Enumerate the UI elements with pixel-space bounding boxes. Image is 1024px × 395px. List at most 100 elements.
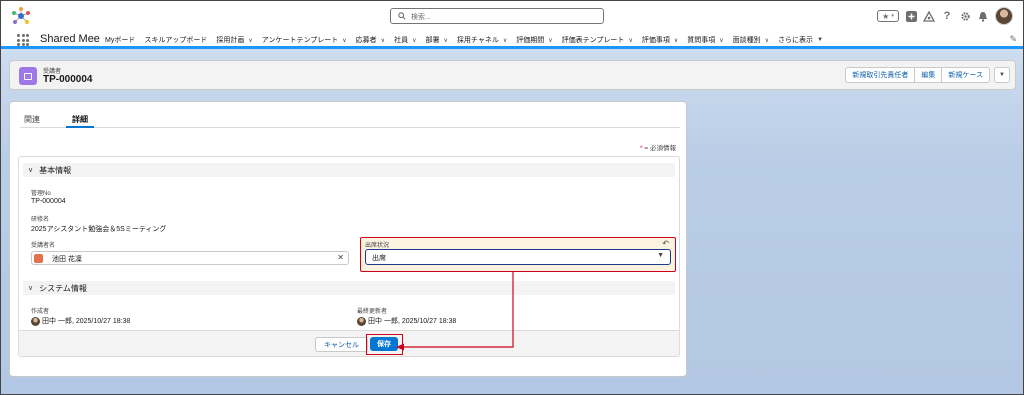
new-contact-button[interactable]: 新規取引先責任者: [845, 67, 916, 83]
record-tabs: 関連 詳細: [20, 110, 680, 128]
trailhead-icon[interactable]: [923, 10, 935, 22]
avatar: [31, 316, 40, 326]
chevron-down-icon[interactable]: ∨: [381, 37, 385, 44]
chevron-down-icon[interactable]: ∨: [548, 37, 552, 44]
nav-item-4[interactable]: 応募者 ∨: [356, 35, 385, 45]
field-label-attendance-status: 出席状況: [365, 243, 390, 249]
created-by-value[interactable]: 田中 一郎, 2025/10/27 18:38: [31, 316, 130, 326]
chevron-down-icon[interactable]: ∨: [248, 37, 252, 44]
avatar: [357, 316, 366, 326]
nav-item-0[interactable]: Myボード: [105, 35, 135, 45]
app-name: Shared Mee: [40, 33, 100, 45]
favorites-star-icon[interactable]: ★ ▾: [877, 10, 899, 22]
edit-form: ∨ 基本情報 管理No TP-000004 研修名 2025アシスタント勉強会＆…: [18, 156, 680, 357]
nav-item-label: さらに表示: [778, 37, 814, 44]
header-utility-icons: ★ ▾ ?: [877, 7, 1013, 25]
app-navigation-bar: Shared Mee Myボード スキルアップボード 採用計画 ∨ アンケートテンプレー…: [1, 31, 1023, 49]
attendee-lookup-field[interactable]: 池田 花凜 ✕: [31, 251, 349, 265]
nav-item-label: 採用計画: [216, 37, 245, 44]
field-label-modified-by: 最終更新者: [357, 309, 388, 315]
save-button[interactable]: 保存: [370, 337, 398, 351]
notifications-bell-icon[interactable]: [977, 10, 989, 22]
field-label-training-name: 研修名: [31, 217, 50, 223]
nav-item-8[interactable]: 評価期間 ∨: [516, 35, 552, 45]
app-launcher-waffle-icon[interactable]: [17, 34, 29, 46]
contact-record-icon: [34, 254, 43, 263]
nav-items: Myボード スキルアップボード 採用計画 ∨ アンケートテンプレート ∨ 応募者 ∨ 社員 ∨ 部署…: [105, 35, 832, 45]
section-header-system-info[interactable]: ∨ システム情報: [23, 281, 675, 295]
nav-item-label: Myボード: [105, 37, 136, 44]
search-placeholder: 検索...: [411, 14, 431, 21]
chevron-down-icon[interactable]: ∨: [674, 37, 678, 44]
nav-item-13[interactable]: さらに表示 ▼: [778, 35, 823, 45]
attendee-lookup-value: 池田 花凜: [52, 256, 82, 263]
field-value-training-name: 2025アシスタント勉強会＆5Sミーティング: [31, 226, 167, 233]
chevron-down-icon[interactable]: ∨: [628, 37, 632, 44]
global-search-input[interactable]: 検索...: [390, 8, 604, 24]
nav-item-label: 応募者: [355, 37, 377, 44]
record-detail-card: 関連 詳細 * = 必須情報 ∨ 基本情報 管理No TP-000004 研修名…: [9, 101, 687, 377]
edit-button[interactable]: 編集: [914, 67, 943, 83]
new-case-button[interactable]: 新規ケース: [941, 67, 990, 83]
setup-gear-icon[interactable]: [959, 10, 971, 22]
nav-item-label: 面談種別: [732, 37, 761, 44]
field-value-management-no: TP-000004: [31, 198, 66, 205]
nav-item-3[interactable]: アンケートテンプレート ∨: [262, 35, 347, 45]
nav-item-10[interactable]: 評価事項 ∨: [642, 35, 678, 45]
nav-item-9[interactable]: 評価表テンプレート ∨: [562, 35, 633, 45]
chevron-down-icon[interactable]: ∨: [765, 37, 769, 44]
required-note-text: = 必須情報: [642, 145, 676, 152]
chevron-down-icon[interactable]: ∨: [503, 37, 507, 44]
field-label-management-no: 管理No: [31, 191, 51, 197]
modified-by-value[interactable]: 田中 一郎, 2025/10/27 18:38: [357, 316, 456, 326]
attendance-status-field-highlight: 出席状況 ↶ 出席 ▼: [360, 237, 676, 272]
chevron-down-icon[interactable]: ∨: [412, 37, 416, 44]
section-title-basic-info: 基本情報: [39, 165, 72, 175]
record-header: 受講者 TP-000004 新規取引先責任者 編集 新規ケース ▼: [9, 60, 1016, 90]
field-label-created-by: 作成者: [31, 309, 50, 315]
nav-item-label: 評価表テンプレート: [561, 37, 625, 44]
edit-nav-pencil-icon[interactable]: ✎: [1009, 34, 1017, 45]
chevron-down-icon[interactable]: ∨: [719, 37, 723, 44]
nav-item-label: スキルアップボード: [144, 37, 208, 44]
modified-by-text: 田中 一郎, 2025/10/27 18:38: [368, 318, 457, 325]
favorites-dropdown-icon[interactable]: ▾: [891, 13, 894, 19]
field-label-attendee-name: 受講者名: [31, 243, 56, 249]
chevron-down-icon[interactable]: ▼: [817, 37, 823, 43]
nav-item-label: 社員: [394, 37, 409, 44]
tab-details[interactable]: 詳細: [66, 110, 94, 128]
nav-item-2[interactable]: 採用計画 ∨: [216, 35, 252, 45]
attendance-status-select[interactable]: 出席 ▼: [365, 249, 671, 265]
cancel-button[interactable]: キャンセル: [315, 337, 368, 352]
help-icon[interactable]: ?: [941, 10, 953, 22]
required-info-note: * = 必須情報: [640, 142, 676, 152]
nav-item-11[interactable]: 質問事項 ∨: [687, 35, 723, 45]
created-by-text: 田中 一郎, 2025/10/27 18:38: [42, 318, 131, 325]
chevron-down-icon[interactable]: ∨: [443, 37, 447, 44]
section-header-basic-info[interactable]: ∨ 基本情報: [23, 163, 675, 177]
add-icon[interactable]: [905, 10, 917, 22]
tab-related[interactable]: 関連: [20, 110, 52, 128]
more-actions-chevron-down-icon[interactable]: ▼: [994, 67, 1010, 83]
nav-item-12[interactable]: 面談種別 ∨: [733, 35, 769, 45]
chevron-down-icon[interactable]: ∨: [342, 37, 346, 44]
user-avatar[interactable]: [995, 7, 1013, 25]
nav-item-1[interactable]: スキルアップボード: [144, 35, 207, 45]
nav-item-label: 評価期間: [516, 37, 545, 44]
save-button-highlight: 保存: [366, 334, 403, 355]
chevron-down-icon: ▼: [657, 252, 664, 259]
nav-item-7[interactable]: 採用チャネル ∨: [457, 35, 507, 45]
app-logo-icon[interactable]: [11, 6, 31, 26]
record-type-icon: [19, 67, 37, 85]
nav-item-label: アンケートテンプレート: [261, 37, 339, 44]
clear-selection-close-icon[interactable]: ✕: [337, 253, 344, 262]
chevron-down-icon: ∨: [28, 167, 34, 174]
chevron-down-icon: ∨: [28, 285, 34, 292]
global-header: 検索... ★ ▾ ?: [1, 1, 1023, 31]
nav-item-label: 部署: [425, 37, 440, 44]
undo-icon[interactable]: ↶: [662, 239, 669, 248]
record-action-buttons: 新規取引先責任者 編集 新規ケース ▼: [845, 67, 1010, 83]
nav-item-5[interactable]: 社員 ∨: [394, 35, 416, 45]
nav-item-6[interactable]: 部署 ∨: [425, 35, 447, 45]
section-title-system-info: システム情報: [39, 283, 87, 293]
